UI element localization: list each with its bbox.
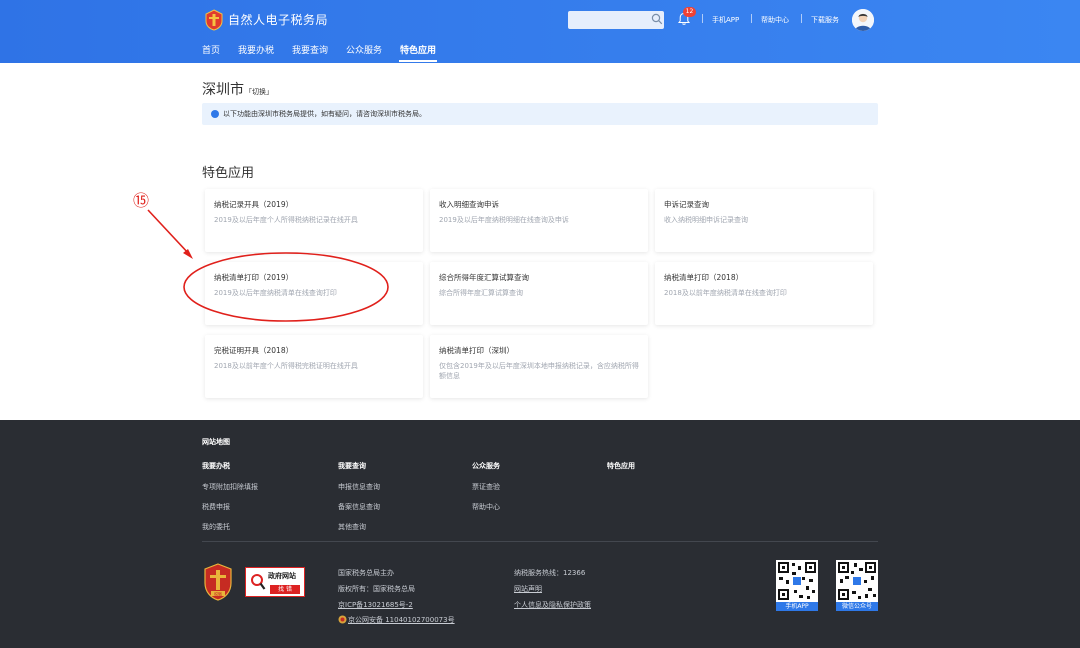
footer-col-title: 我要办税 — [202, 462, 230, 470]
find-error-label: 找 错 — [270, 585, 300, 594]
qr-caption: 手机APP — [776, 602, 818, 611]
info-icon — [211, 110, 219, 118]
nav-tax-service[interactable]: 我要办税 — [238, 45, 274, 57]
icp-link[interactable]: 京ICP备13021685号-2 — [338, 600, 413, 610]
footer-link[interactable]: 票证查验 — [472, 482, 500, 492]
avatar-icon — [852, 9, 874, 31]
footer-link[interactable]: 申报信息查询 — [338, 482, 380, 492]
site-statement-link[interactable]: 网站声明 — [514, 584, 542, 594]
footer-hotline: 纳税服务热线：12366 — [514, 569, 586, 577]
section-title: 特色应用 — [202, 166, 255, 181]
divider — [751, 14, 752, 23]
app-card[interactable]: 综合所得年度汇算试算查询 综合所得年度汇算试算查询 — [430, 262, 648, 325]
annotation-arrow — [147, 209, 191, 256]
app-card[interactable]: 纳税清单打印（深圳） 仅包含2019年及以后年度深圳本地申报纳税记录，含应纳税所… — [430, 335, 648, 398]
card-title: 申诉记录查询 — [664, 200, 709, 209]
footer-link[interactable]: 专项附加扣除填报 — [202, 482, 258, 492]
app-card[interactable]: 纳税清单打印（2019） 2019及以后年度纳税清单在线查询打印 — [205, 262, 423, 325]
card-desc: 2018及以前年度个人所得税完税证明在线开具 — [214, 362, 358, 370]
gov-site-label: 政府网站 — [268, 572, 296, 580]
nav-home[interactable]: 首页 — [202, 45, 220, 57]
footer-link[interactable]: 帮助中心 — [472, 502, 500, 512]
help-center-link[interactable]: 帮助中心 — [761, 14, 789, 26]
annotation-marker: ⑮ — [133, 191, 149, 210]
arrowhead-icon — [183, 249, 193, 259]
footer-link[interactable]: 其他查询 — [338, 522, 366, 532]
footer-divider — [202, 541, 878, 542]
site-title[interactable]: 自然人电子税务局 — [228, 12, 328, 28]
footer-copyright: 版权所有：国家税务总局 — [338, 585, 415, 593]
emblem-label: 税徽 — [214, 590, 222, 596]
nav-query[interactable]: 我要查询 — [292, 45, 328, 57]
app-card[interactable]: 纳税清单打印（2018） 2018及以前年度纳税清单在线查询打印 — [655, 262, 873, 325]
footer-col-title: 特色应用 — [607, 462, 635, 470]
police-badge-icon — [338, 615, 347, 624]
card-desc: 收入纳税明细申诉记录查询 — [664, 216, 748, 224]
card-title: 纳税清单打印（深圳） — [439, 346, 514, 355]
city-name: 深圳市 — [202, 82, 244, 98]
police-record-link[interactable]: 京公网安备 11040102700073号 — [348, 615, 455, 625]
card-desc: 2018及以前年度纳税清单在线查询打印 — [664, 289, 787, 297]
footer-col-title: 我要查询 — [338, 462, 366, 470]
search-input[interactable] — [568, 11, 664, 29]
card-desc: 2019及以后年度个人所得税纳税记录在线开具 — [214, 216, 358, 224]
mobile-app-link[interactable]: 手机APP — [712, 14, 739, 26]
qr-wechat — [836, 560, 878, 602]
app-card[interactable]: 收入明细查询申诉 2019及以后年度纳税明细在线查询及申诉 — [430, 189, 648, 252]
divider — [702, 14, 703, 23]
download-service-link[interactable]: 下载服务 — [811, 14, 839, 26]
site-footer — [0, 420, 1080, 648]
card-desc: 仅包含2019年及以后年度深圳本地申报纳税记录，含应纳税所得额信息 — [439, 362, 639, 380]
footer-host: 国家税务总局主办 — [338, 569, 394, 577]
notification-badge: 12 — [683, 7, 696, 17]
top-header: 自然人电子税务局 12 手机APP 帮助中心 下载服务 首页 我要办税 我要查询… — [0, 0, 1080, 63]
footer-col-title: 公众服务 — [472, 462, 500, 470]
tax-logo-icon[interactable] — [204, 9, 224, 31]
footer-link[interactable]: 税费申报 — [202, 502, 230, 512]
app-card[interactable]: 完税证明开具（2018） 2018及以前年度个人所得税完税证明在线开具 — [205, 335, 423, 398]
notice-text: 以下功能由深圳市税务局提供，如有疑问，请咨询深圳市税务局。 — [223, 110, 426, 118]
qr-mobile-app — [776, 560, 818, 602]
gov-site-error-report[interactable]: 政府网站 找 错 — [245, 567, 305, 597]
tax-emblem-icon: 税徽 — [204, 563, 232, 601]
card-title: 纳税清单打印（2019） — [214, 273, 294, 282]
city-switch-link[interactable]: 「切换」 — [245, 87, 273, 97]
card-title: 综合所得年度汇算试算查询 — [439, 273, 529, 282]
sitemap-title: 网站地图 — [202, 438, 230, 446]
card-desc: 综合所得年度汇算试算查询 — [439, 289, 523, 297]
card-title: 纳税清单打印（2018） — [664, 273, 744, 282]
nav-public-service[interactable]: 公众服务 — [346, 45, 382, 57]
qr-code-icon — [776, 560, 818, 602]
qr-caption: 微信公众号 — [836, 602, 878, 611]
magnifier-icon — [251, 574, 266, 590]
nav-featured-apps[interactable]: 特色应用 — [400, 45, 436, 57]
search-icon[interactable] — [651, 13, 663, 25]
card-title: 纳税记录开具（2019） — [214, 200, 294, 209]
card-desc: 2019及以后年度纳税明细在线查询及申诉 — [439, 216, 569, 224]
app-card[interactable]: 纳税记录开具（2019） 2019及以后年度个人所得税纳税记录在线开具 — [205, 189, 423, 252]
user-avatar[interactable] — [852, 9, 874, 31]
footer-link[interactable]: 我的委托 — [202, 522, 230, 532]
qr-code-icon — [836, 560, 878, 602]
card-desc: 2019及以后年度纳税清单在线查询打印 — [214, 289, 337, 297]
card-title: 收入明细查询申诉 — [439, 200, 499, 209]
divider — [801, 14, 802, 23]
card-title: 完税证明开具（2018） — [214, 346, 294, 355]
app-card[interactable]: 申诉记录查询 收入纳税明细申诉记录查询 — [655, 189, 873, 252]
footer-link[interactable]: 备案信息查询 — [338, 502, 380, 512]
nav-active-indicator — [399, 60, 437, 62]
privacy-policy-link[interactable]: 个人信息及隐私保护政策 — [514, 600, 591, 610]
